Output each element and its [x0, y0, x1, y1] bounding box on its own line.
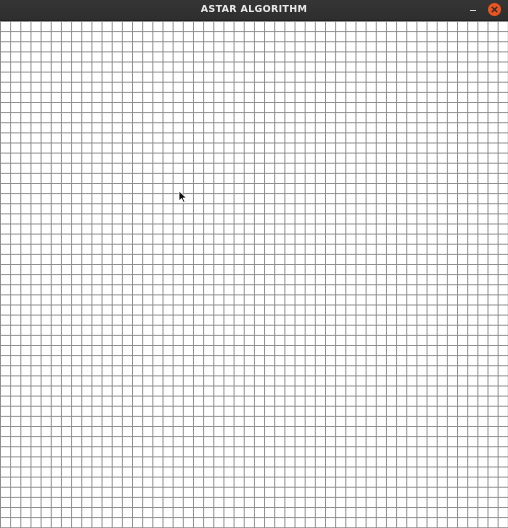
mouse-pointer-icon: [178, 190, 187, 203]
minimize-button[interactable]: [466, 3, 480, 17]
window-title: ASTAR ALGORITHM: [200, 4, 308, 15]
grid-canvas[interactable]: [0, 21, 508, 528]
title-bar[interactable]: ASTAR ALGORITHM: [0, 0, 508, 21]
close-button[interactable]: [488, 3, 501, 16]
minimize-icon: [470, 10, 476, 11]
app-window: ASTAR ALGORITHM: [0, 0, 508, 528]
close-icon: [491, 6, 498, 13]
